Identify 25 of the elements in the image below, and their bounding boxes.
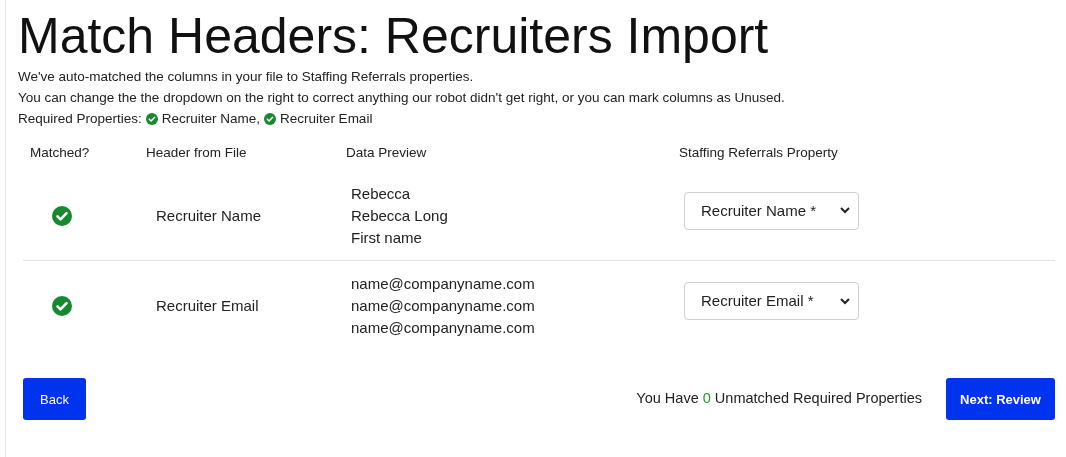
preview-value: Rebecca Long [351,205,449,226]
status-text: You Have 0 Unmatched Required Properties [636,389,922,409]
table-cell-text: Recruiter Email [155,296,260,316]
required-property: Recruiter Name, [161,110,261,128]
table-cell-text: Recruiter Name [155,205,263,226]
column-header: Header from File [146,144,248,162]
next-button[interactable]: Next: Review [946,378,1055,421]
chevron-down-icon [840,297,850,305]
property-select[interactable]: Recruiter Email * [684,282,859,321]
preview-value: name@companyname.com [351,274,536,295]
back-button[interactable]: Back [23,378,86,421]
preview-value: First name [351,227,423,248]
property-select[interactable]: Recruiter Name * [684,191,859,230]
column-header: Matched? [29,144,91,162]
chevron-down-icon [840,207,850,215]
required-label: Required Properties: [18,110,142,128]
column-header: Data Preview [346,144,428,162]
intro-text: We've auto-matched the columns in your file to Staffing Referrals properties. [18,68,475,86]
preview-value: name@companyname.com [351,318,536,339]
intro-text: You can change the the dropdown on the right to correct anything our robot didn't get right, or you can mark columns as Unused. [18,89,786,107]
preview-value: Rebecca [351,183,412,204]
preview-value: name@companyname.com [351,296,536,317]
required-property: Recruiter Email [280,110,373,128]
page-title: Match Headers: Recruiters Import [18,7,770,66]
column-header: Staffing Referrals Property [679,144,839,162]
